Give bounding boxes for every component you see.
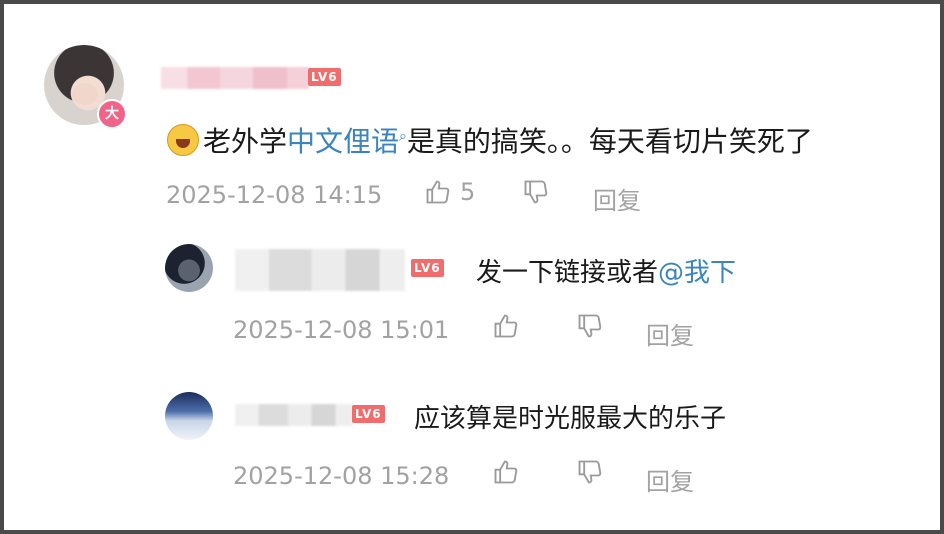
keyword-link[interactable]: 中文俚语 (287, 125, 399, 158)
comment-timestamp: 2025-12-08 14:15 (166, 181, 383, 209)
reply-text: 应该算是时光服最大的乐子 (414, 404, 727, 434)
like-button[interactable]: 5 (424, 178, 475, 206)
laughing-emoji-icon (167, 124, 199, 156)
dislike-button[interactable] (522, 178, 550, 206)
mention-link[interactable]: @我下 (658, 258, 736, 288)
like-button[interactable] (492, 312, 520, 340)
reply-timestamp: 2025-12-08 15:01 (233, 316, 450, 344)
dislike-button[interactable] (576, 312, 604, 340)
thumbs-up-icon (426, 180, 450, 204)
like-count: 5 (460, 178, 476, 206)
reply-username-blurred[interactable] (235, 249, 405, 291)
thumbs-down-icon (578, 314, 602, 338)
thumbs-up-icon (494, 460, 518, 484)
reply-button[interactable]: 回复 (593, 181, 641, 216)
reply-timestamp: 2025-12-08 15:28 (233, 462, 450, 490)
dislike-button[interactable] (576, 458, 604, 486)
reply-text: 发一下链接或者@我下 (476, 258, 737, 288)
comment-text: 老外学中文俚语⌕是真的搞笑。。每天看切片笑死了 (167, 120, 813, 160)
thumbs-up-icon (494, 314, 518, 338)
reply-username-blurred[interactable] (235, 404, 353, 426)
reply-button[interactable]: 回复 (646, 316, 694, 351)
vip-badge: 大 (97, 99, 127, 129)
search-icon[interactable]: ⌕ (399, 129, 407, 145)
reply-button[interactable]: 回复 (646, 462, 694, 497)
level-badge: LV6 (308, 68, 341, 86)
reply-avatar[interactable] (165, 244, 213, 292)
reply-avatar[interactable] (165, 392, 213, 440)
thumbs-down-icon (524, 180, 548, 204)
level-badge: LV6 (411, 259, 444, 277)
username-blurred[interactable] (161, 67, 309, 89)
level-badge: LV6 (352, 405, 385, 423)
thumbs-down-icon (578, 460, 602, 484)
like-button[interactable] (492, 458, 520, 486)
comment-card: 大 LV6 老外学中文俚语⌕是真的搞笑。。每天看切片笑死了 2025-12-08… (4, 4, 940, 530)
